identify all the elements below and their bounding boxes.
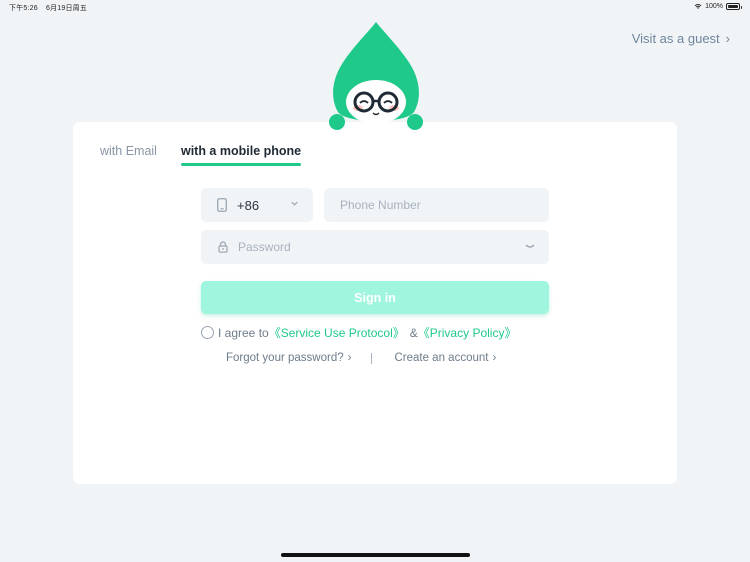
create-account-link[interactable]: Create an account › — [394, 352, 496, 364]
status-date: 6月19日周五 — [45, 5, 88, 12]
chevron-down-icon — [291, 201, 298, 206]
login-method-tabs: with Email with a mobile phone — [100, 144, 302, 166]
chevron-right-icon: › — [347, 352, 352, 364]
chevron-right-icon: › — [492, 352, 497, 364]
country-code-select[interactable]: +86 — [201, 188, 313, 222]
eye-closed-icon[interactable] — [525, 242, 535, 250]
country-code-value: +86 — [237, 197, 260, 213]
mascot-logo — [329, 22, 423, 130]
link-divider — [371, 352, 373, 364]
chevron-right-icon: › — [725, 31, 730, 46]
agree-checkbox[interactable] — [201, 326, 214, 339]
create-account-label: Create an account — [394, 352, 489, 364]
lock-icon — [218, 241, 228, 253]
forgot-password-link[interactable]: Forgot your password? › — [226, 352, 351, 364]
battery-icon — [726, 3, 742, 10]
visit-as-guest-label: Visit as a guest — [631, 31, 720, 46]
agreement-row: I agree to 《Service Use Protocol》 & 《Pri… — [201, 324, 516, 341]
login-card: with Email with a mobile phone +86 Sign … — [73, 122, 677, 484]
agree-prefix: I agree to — [218, 325, 269, 340]
status-left: 下午5:26 6月19日周五 — [9, 3, 93, 13]
status-bar: 下午5:26 6月19日周五 100% — [0, 0, 750, 14]
status-time: 下午5:26 — [9, 5, 38, 12]
phone-number-field[interactable] — [324, 188, 549, 222]
password-field[interactable] — [201, 230, 549, 264]
password-input[interactable] — [238, 230, 508, 264]
home-indicator — [281, 553, 470, 557]
wifi-icon — [694, 4, 702, 9]
visit-as-guest-link[interactable]: Visit as a guest › — [632, 31, 730, 46]
tab-mobile-phone[interactable]: with a mobile phone — [180, 144, 302, 166]
forgot-password-label: Forgot your password? — [226, 352, 344, 364]
phone-icon — [217, 198, 227, 212]
phone-number-input[interactable] — [340, 188, 549, 222]
privacy-policy-link[interactable]: 《Privacy Policy》 — [418, 324, 517, 341]
sign-in-button[interactable]: Sign in — [201, 281, 549, 314]
agree-ampersand: & — [409, 325, 418, 340]
battery-percent: 100% — [705, 3, 723, 10]
account-links: Forgot your password? › Create an accoun… — [226, 352, 496, 364]
tab-email[interactable]: with Email — [100, 144, 157, 166]
service-protocol-link[interactable]: 《Service Use Protocol》 — [269, 324, 405, 341]
status-right: 100% — [694, 3, 742, 10]
